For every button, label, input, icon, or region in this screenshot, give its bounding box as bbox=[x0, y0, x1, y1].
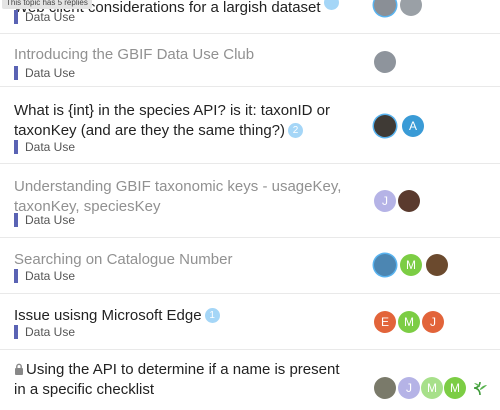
topic-row: Searching on Catalogue Number Data Use M bbox=[0, 238, 500, 294]
topic-title[interactable]: Searching on Catalogue Number bbox=[14, 250, 354, 270]
category-badge[interactable]: Data Use bbox=[14, 213, 75, 227]
reply-count-badge[interactable]: 2 bbox=[288, 123, 303, 138]
topic-row: Understanding GBIF taxonomic keys - usag… bbox=[0, 164, 500, 238]
topic-row: Introducing the GBIF Data Use Club Data … bbox=[0, 34, 500, 87]
avatar[interactable] bbox=[398, 190, 420, 212]
reply-count-badge[interactable]: 1 bbox=[204, 308, 220, 323]
avatar[interactable] bbox=[374, 0, 396, 16]
leaf-icon bbox=[473, 381, 487, 396]
topic-title[interactable]: Using the API to determine if a name is … bbox=[14, 360, 354, 400]
avatar[interactable]: M bbox=[400, 254, 422, 276]
topic-title[interactable]: Understanding GBIF taxonomic keys - usag… bbox=[14, 177, 354, 217]
avatar[interactable]: J bbox=[374, 190, 396, 212]
tooltip: This topic has 5 replies bbox=[2, 0, 92, 9]
topic-row: Issue usisng Microsoft Edge 1 Data Use E … bbox=[0, 294, 500, 350]
avatar[interactable]: M bbox=[398, 311, 420, 333]
topic-title[interactable]: What is {int} in the species API? is it:… bbox=[14, 101, 354, 141]
avatar[interactable]: J bbox=[398, 377, 420, 399]
avatar[interactable]: A bbox=[402, 115, 424, 137]
category-badge[interactable]: Data Use bbox=[14, 140, 75, 154]
category-badge[interactable]: Data Use bbox=[14, 10, 75, 24]
lock-icon bbox=[15, 363, 23, 375]
topic-row: Web client considerations for a largish … bbox=[0, 0, 500, 34]
category-badge[interactable]: Data Use bbox=[14, 325, 75, 339]
topic-title[interactable]: Issue usisng Microsoft Edge 1 bbox=[14, 306, 354, 326]
avatar[interactable]: E bbox=[374, 311, 396, 333]
avatar[interactable]: M bbox=[444, 377, 466, 399]
category-badge[interactable]: Data Use bbox=[14, 66, 75, 80]
topic-row: What is {int} in the species API? is it:… bbox=[0, 87, 500, 164]
topic-list: Web client considerations for a largish … bbox=[0, 0, 500, 400]
category-badge[interactable]: Data Use bbox=[14, 269, 75, 283]
topic-title[interactable]: Introducing the GBIF Data Use Club bbox=[14, 45, 354, 65]
avatar[interactable]: M bbox=[421, 377, 443, 399]
avatar[interactable] bbox=[426, 254, 448, 276]
avatar[interactable] bbox=[374, 51, 396, 73]
avatar[interactable] bbox=[374, 377, 396, 399]
avatar[interactable] bbox=[374, 115, 396, 137]
topic-row: Using the API to determine if a name is … bbox=[0, 350, 500, 410]
avatar[interactable] bbox=[400, 0, 422, 16]
reply-count-badge[interactable] bbox=[323, 0, 339, 10]
avatar[interactable]: J bbox=[422, 311, 444, 333]
avatar[interactable] bbox=[374, 254, 396, 276]
